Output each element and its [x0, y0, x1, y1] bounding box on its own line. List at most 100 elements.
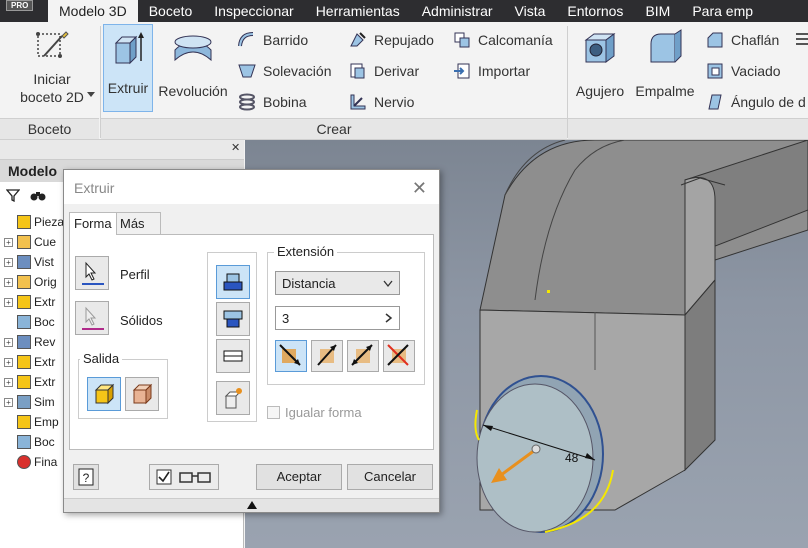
menu-tab-sketch[interactable]: Boceto [138, 0, 204, 22]
output-solid-button[interactable] [87, 377, 121, 411]
loft-button[interactable]: Solevación [237, 61, 332, 81]
browser-tree-item[interactable]: + Orig [4, 272, 57, 292]
expand-toggle-icon[interactable]: + [4, 377, 13, 387]
extent-type-value: Distancia [282, 276, 336, 291]
menu-tab-tools[interactable]: Herramientas [305, 0, 411, 22]
direction-flip-button[interactable] [216, 302, 250, 336]
match-shape-label: Igualar forma [285, 405, 362, 420]
binoculars-icon[interactable] [30, 188, 46, 202]
import-button[interactable]: Importar [452, 61, 530, 81]
menu-tab-view[interactable]: Vista [504, 0, 557, 22]
dropdown-arrow-icon[interactable] [87, 92, 95, 98]
taper-default-button[interactable] [275, 340, 307, 372]
expand-toggle-icon[interactable]: + [4, 297, 13, 307]
menu-tab-for-companies[interactable]: Para emp [681, 0, 764, 22]
extrude-icon [17, 375, 31, 389]
taper-symmetric-button[interactable] [347, 340, 379, 372]
expand-toggle-icon[interactable]: + [4, 257, 13, 267]
cancel-button[interactable]: Cancelar [347, 464, 433, 490]
start-2d-sketch-button[interactable]: Iniciar boceto 2D [8, 26, 96, 106]
direction-default-button[interactable] [216, 265, 250, 299]
expand-toggle-icon[interactable]: + [4, 237, 13, 247]
chevron-right-icon[interactable] [385, 313, 393, 323]
menu-tab-model-3d[interactable]: Modelo 3D [48, 0, 138, 22]
menu-tab-manage[interactable]: Administrar [411, 0, 504, 22]
emboss-label: Repujado [374, 32, 434, 48]
taper-asymmetric-button[interactable] [383, 340, 415, 372]
more-tools-icon[interactable] [794, 30, 808, 50]
output-surface-button[interactable] [125, 377, 159, 411]
coil-button[interactable]: Bobina [237, 92, 307, 112]
draft-label: Ángulo de d [731, 94, 806, 110]
taper-flip-button[interactable] [311, 340, 343, 372]
hole-button[interactable]: Agujero [572, 26, 628, 100]
solids-select-button[interactable] [75, 301, 109, 335]
dialog-expand-grip[interactable] [64, 498, 439, 512]
expand-toggle-icon[interactable]: + [4, 337, 13, 347]
ok-button[interactable]: Aceptar [256, 464, 342, 490]
pro-badge-text: PRO [6, 0, 34, 11]
menu-tab-inspect[interactable]: Inspeccionar [203, 0, 304, 22]
menu-bar: PRO Modelo 3D Boceto Inspeccionar Herram… [0, 0, 808, 22]
close-icon[interactable]: ✕ [412, 178, 427, 199]
browser-tree-item[interactable]: Boc [4, 432, 55, 452]
extrude-button[interactable]: Extruir [103, 24, 153, 112]
browser-tree-item[interactable]: + Extr [4, 352, 55, 372]
browser-tree-item[interactable]: + Extr [4, 292, 55, 312]
draft-angle-button[interactable]: Ángulo de d [705, 92, 806, 112]
rib-button[interactable]: Nervio [348, 92, 414, 112]
menu-tab-bim[interactable]: BIM [634, 0, 681, 22]
expand-toggle-icon[interactable]: + [4, 397, 13, 407]
revolve-icon [17, 335, 31, 349]
extrude-icon [17, 295, 31, 309]
browser-tree-item[interactable]: Fina [4, 452, 57, 472]
start-sketch-label-1: Iniciar [33, 71, 71, 87]
browser-tree-item[interactable]: + Cue [4, 232, 56, 252]
chamfer-button[interactable]: Chaflán [705, 30, 779, 50]
derive-label: Derivar [374, 63, 420, 79]
browser-tree-item[interactable]: + Rev [4, 332, 55, 352]
tab-more[interactable]: Más [115, 212, 161, 234]
create-group-footer: Crear [101, 118, 567, 139]
revolve-button[interactable]: Revolución [155, 26, 231, 100]
expand-toggle-icon[interactable]: + [4, 357, 13, 367]
expand-toggle-icon[interactable]: + [4, 277, 13, 287]
rib-icon [350, 94, 366, 110]
direction-asymmetric-button[interactable] [216, 381, 250, 415]
browser-tree-item[interactable]: + Extr [4, 372, 55, 392]
match-shape-checkbox[interactable] [267, 406, 280, 419]
view-icon [17, 255, 31, 269]
distance-input[interactable]: 3 [275, 306, 400, 330]
direction-symmetric-button[interactable] [216, 339, 250, 373]
browser-tree-item[interactable]: Pieza1 [4, 212, 71, 232]
help-button[interactable]: ? [73, 464, 99, 490]
loft-icon [238, 64, 256, 78]
preview-glasses-icon[interactable] [178, 469, 214, 485]
extrude-label: Extruir [107, 80, 149, 96]
profile-select-button[interactable] [75, 256, 109, 290]
browser-tree-item[interactable]: + Sim [4, 392, 55, 412]
tab-shape[interactable]: Forma [69, 212, 117, 235]
browser-tree-item[interactable]: Emp [4, 412, 59, 432]
fillet-button[interactable]: Empalme [632, 26, 698, 100]
panel-close-icon[interactable]: ✕ [231, 141, 240, 154]
dimension-value[interactable]: 48 [565, 451, 578, 465]
decal-button[interactable]: Calcomanía [452, 30, 553, 50]
checkbox-checked-icon[interactable] [156, 469, 172, 485]
folder-icon [17, 235, 31, 249]
pro-badge: PRO [0, 0, 48, 22]
browser-tree-item[interactable]: + Vist [4, 252, 54, 272]
sketch-icon [17, 315, 31, 329]
solid-cube-icon [94, 383, 115, 405]
shape-tab-panel: Perfil Sólidos Salida Extensión Distanci… [69, 234, 434, 450]
shell-button[interactable]: Vaciado [705, 61, 781, 81]
emboss-button[interactable]: Repujado [348, 30, 434, 50]
browser-tree-item[interactable]: Boc [4, 312, 55, 332]
derive-button[interactable]: Derivar [348, 61, 419, 81]
extent-type-select[interactable]: Distancia [275, 271, 400, 295]
direction-up-icon [223, 273, 243, 291]
menu-tab-environments[interactable]: Entornos [556, 0, 634, 22]
sweep-button[interactable]: Barrido [237, 30, 308, 50]
tree-item-label: Fina [34, 455, 58, 469]
filter-icon[interactable] [6, 188, 20, 202]
